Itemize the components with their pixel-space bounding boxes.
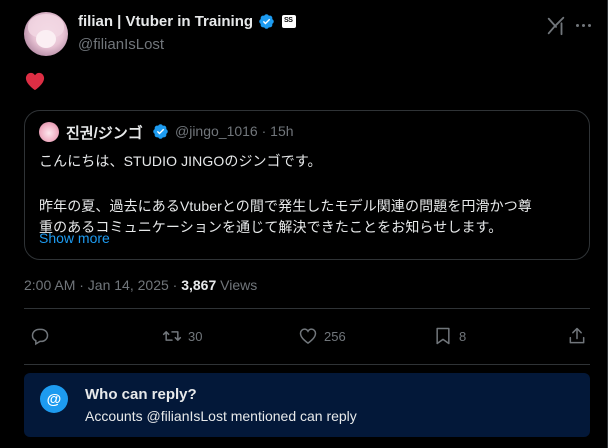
bookmark-count: 8 xyxy=(459,328,467,344)
bookmark-button[interactable]: 8 xyxy=(433,326,466,346)
quoted-verified-badge-icon xyxy=(153,124,168,139)
share-icon xyxy=(569,327,585,344)
who-can-reply-banner: @ Who can reply? Accounts @filianIsLost … xyxy=(24,373,590,437)
more-options-icon[interactable] xyxy=(572,14,594,36)
like-count: 256 xyxy=(324,328,346,344)
reply-button[interactable] xyxy=(30,326,56,346)
grok-icon[interactable] xyxy=(545,15,567,37)
red-heart-icon xyxy=(25,72,45,91)
quoted-handle-time[interactable]: @jingo_1016 · 15h xyxy=(175,123,294,139)
divider xyxy=(24,364,590,365)
views-count: 3,867 xyxy=(181,277,217,293)
repost-button[interactable]: 30 xyxy=(162,326,202,346)
quoted-text-line: 昨年の夏、過去にあるVtuberとの間で発生したモデル関連の問題を円滑かつ尊 xyxy=(39,198,532,214)
post-meta-row: 2:00 AM · Jan 14, 2025 · 3,867 Views xyxy=(24,277,257,293)
author-display-name[interactable]: filian | Vtuber in Training xyxy=(78,13,253,30)
post-detail: filian | Vtuber in Training @filianIsLos… xyxy=(0,0,608,448)
who-can-reply-title: Who can reply? xyxy=(85,386,197,403)
affiliate-badge-icon[interactable] xyxy=(282,15,297,28)
quoted-display-name[interactable]: 진권/ジンゴ xyxy=(66,122,143,143)
reply-icon xyxy=(31,328,49,346)
author-handle[interactable]: @filianIsLost xyxy=(78,36,164,53)
views-label: Views xyxy=(216,277,258,293)
heart-outline-icon xyxy=(299,328,317,344)
who-can-reply-subtitle: Accounts @filianIsLost mentioned can rep… xyxy=(85,408,357,424)
divider xyxy=(24,308,590,309)
author-name-row[interactable]: filian | Vtuber in Training xyxy=(78,13,297,30)
show-more-link[interactable]: Show more xyxy=(39,230,110,246)
like-button[interactable]: 256 xyxy=(298,326,346,346)
quoted-post-card[interactable]: 진권/ジンゴ @jingo_1016 · 15h こんにちは、STUDIO JI… xyxy=(24,110,590,260)
share-button[interactable] xyxy=(567,326,587,346)
avatar-face xyxy=(36,30,56,48)
verified-badge-icon xyxy=(259,14,274,29)
author-avatar[interactable] xyxy=(24,12,68,56)
quoted-avatar[interactable] xyxy=(39,122,59,142)
repost-count: 30 xyxy=(188,328,203,344)
at-sign-icon: @ xyxy=(40,385,68,413)
quoted-text-line: こんにちは、STUDIO JINGOのジンゴです。 xyxy=(39,153,322,169)
repost-icon xyxy=(162,331,182,341)
post-timestamp[interactable]: 2:00 AM · Jan 14, 2025 · xyxy=(24,277,181,293)
bookmark-icon xyxy=(436,327,450,345)
